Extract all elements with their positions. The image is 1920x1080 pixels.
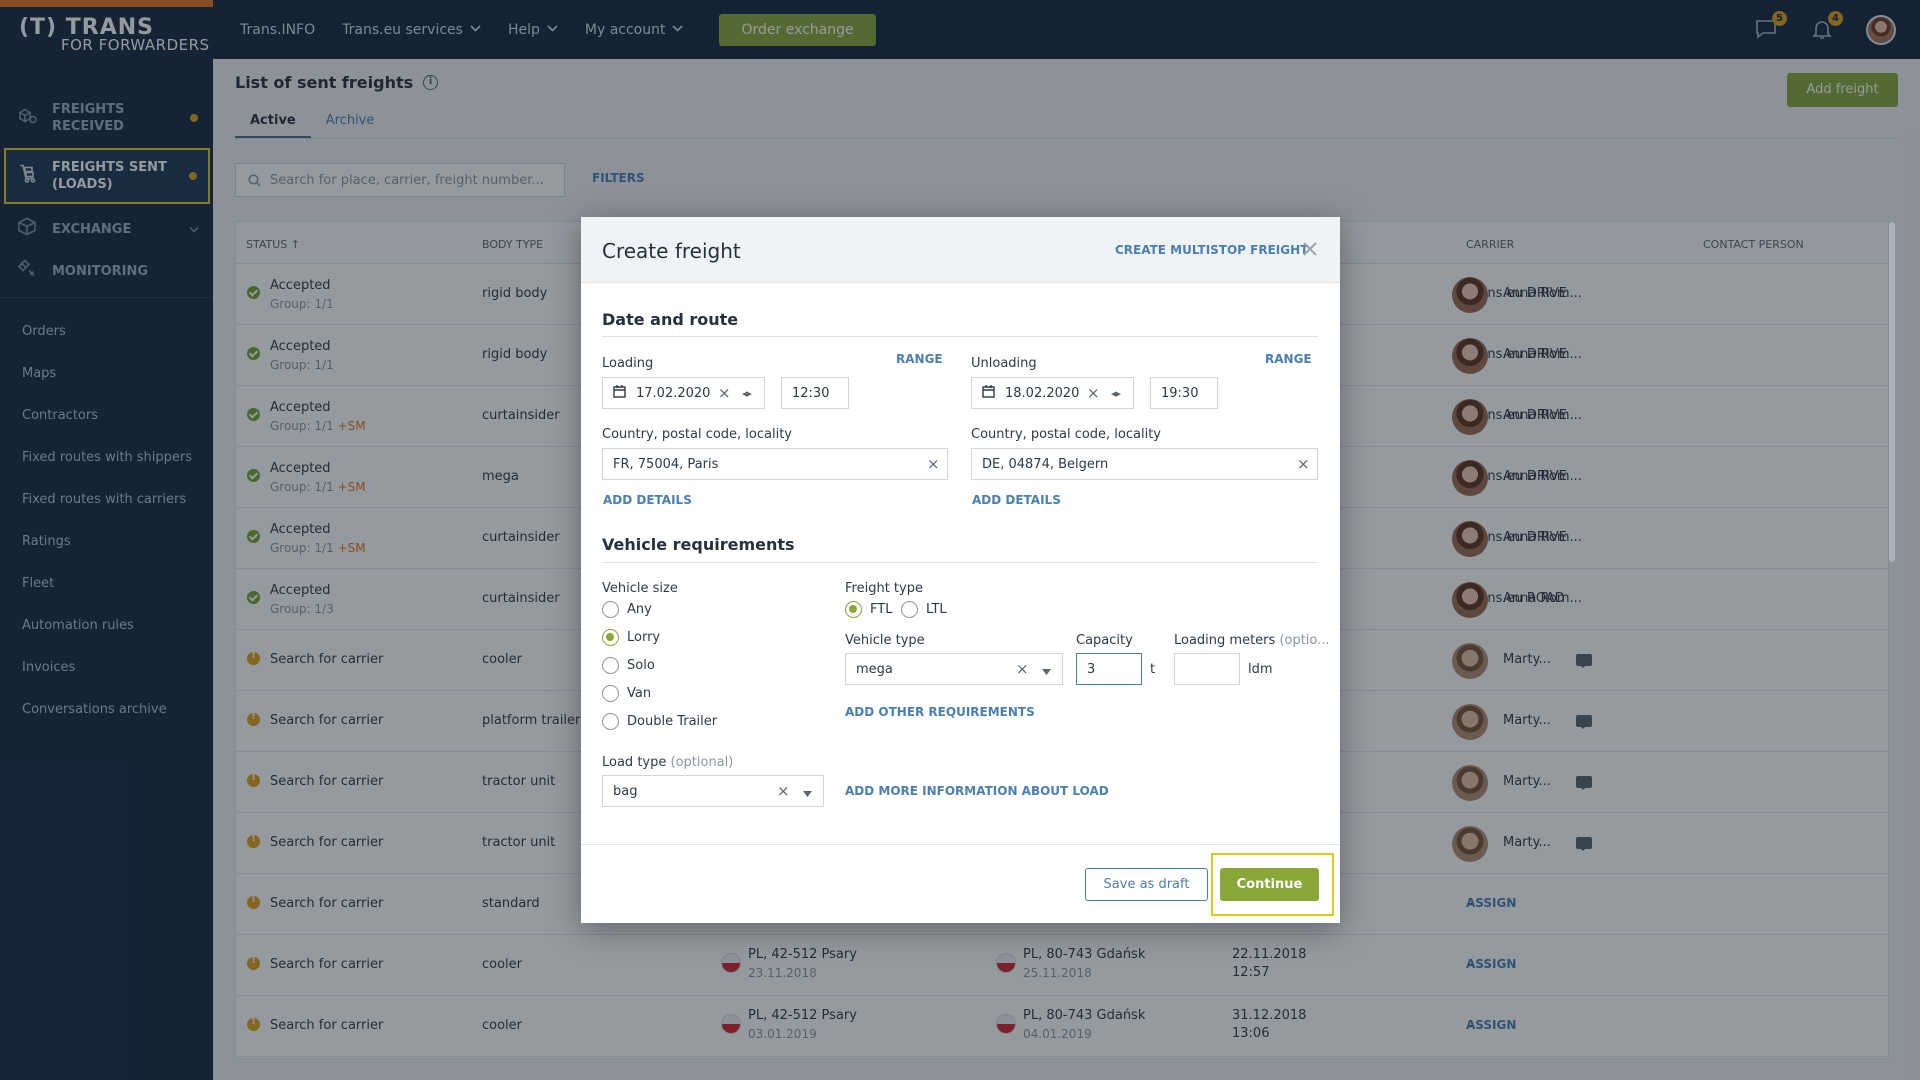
loading-place-field[interactable]: FR, 75004, Paris × xyxy=(602,448,948,480)
freight-type-label: Freight type xyxy=(845,581,923,596)
section-vehicle-requirements: Vehicle requirements xyxy=(602,535,795,554)
unloading-place-value: DE, 04874, Belgern xyxy=(982,456,1109,472)
date-arrows-icon[interactable]: ◂▸ xyxy=(742,387,752,400)
chevron-down-icon[interactable] xyxy=(1042,664,1051,679)
unloading-date-value: 18.02.2020 xyxy=(1005,385,1080,401)
vehicle-type-select[interactable]: mega × xyxy=(845,653,1063,685)
radio-icon xyxy=(602,657,619,674)
vehicle-size-any[interactable]: Any xyxy=(602,601,652,618)
clear-icon[interactable]: × xyxy=(927,455,940,473)
load-type-select[interactable]: bag × xyxy=(602,775,824,807)
vehicle-type-label: Vehicle type xyxy=(845,633,925,648)
loading-add-details-link[interactable]: ADD DETAILS xyxy=(603,493,692,507)
capacity-input[interactable]: 3 xyxy=(1076,653,1142,685)
section-divider xyxy=(602,562,1318,563)
calendar-icon xyxy=(982,384,995,402)
clear-icon[interactable]: × xyxy=(1087,384,1100,402)
loading-place-label: Country, postal code, locality xyxy=(602,427,793,442)
loading-time-field[interactable]: 12:30 xyxy=(781,377,849,409)
vehicle-size-label: Vehicle size xyxy=(602,581,678,596)
unloading-add-details-link[interactable]: ADD DETAILS xyxy=(972,493,1061,507)
modal-header: Create freight CREATE MULTISTOP FREIGHT xyxy=(581,217,1340,283)
unloading-date-field[interactable]: 18.02.2020 × ◂▸ xyxy=(971,377,1134,409)
unloading-label: Unloading xyxy=(971,356,1037,371)
section-divider xyxy=(602,336,1318,337)
capacity-value: 3 xyxy=(1087,661,1096,677)
close-icon[interactable] xyxy=(1302,238,1318,262)
unloading-time-field[interactable]: 19:30 xyxy=(1150,377,1218,409)
clear-icon[interactable]: × xyxy=(718,384,731,402)
modal-title: Create freight xyxy=(602,239,741,263)
vehicle-size-van[interactable]: Van xyxy=(602,685,651,702)
unloading-place-label: Country, postal code, locality xyxy=(971,427,1162,442)
chevron-down-icon[interactable] xyxy=(803,786,812,801)
unloading-place-field[interactable]: DE, 04874, Belgern × xyxy=(971,448,1318,480)
continue-highlight: Continue xyxy=(1211,853,1334,916)
loading-time-value: 12:30 xyxy=(792,385,830,401)
freight-type-ltl[interactable]: LTL xyxy=(901,601,947,618)
radio-icon xyxy=(602,685,619,702)
loading-date-value: 17.02.2020 xyxy=(636,385,711,401)
loading-range-link[interactable]: RANGE xyxy=(896,352,943,366)
vehicle-size-lorry[interactable]: Lorry xyxy=(602,629,660,646)
radio-icon xyxy=(602,601,619,618)
unloading-range-link[interactable]: RANGE xyxy=(1265,352,1312,366)
create-multistop-link[interactable]: CREATE MULTISTOP FREIGHT xyxy=(1115,243,1308,257)
date-arrows-icon[interactable]: ◂▸ xyxy=(1111,387,1121,400)
unloading-time-value: 19:30 xyxy=(1161,385,1199,401)
loading-date-field[interactable]: 17.02.2020 × ◂▸ xyxy=(602,377,765,409)
radio-selected-icon xyxy=(845,601,862,618)
vehicle-size-solo[interactable]: Solo xyxy=(602,657,655,674)
radio-icon xyxy=(901,601,918,618)
section-date-route: Date and route xyxy=(602,310,739,329)
loading-meters-unit: ldm xyxy=(1248,662,1273,677)
loading-meters-label: Loading meters (optio... xyxy=(1174,633,1330,648)
clear-icon[interactable]: × xyxy=(777,782,790,800)
add-load-info-link[interactable]: ADD MORE INFORMATION ABOUT LOAD xyxy=(845,784,1109,798)
modal-footer: Save as draft Continue xyxy=(581,844,1340,923)
loading-place-value: FR, 75004, Paris xyxy=(613,456,719,472)
clear-icon[interactable]: × xyxy=(1297,455,1310,473)
loading-label: Loading xyxy=(602,356,654,371)
radio-selected-icon xyxy=(602,629,619,646)
radio-icon xyxy=(602,713,619,730)
loading-meters-input[interactable] xyxy=(1174,653,1240,685)
clear-icon[interactable]: × xyxy=(1016,660,1029,678)
add-other-requirements-link[interactable]: ADD OTHER REQUIREMENTS xyxy=(845,705,1035,719)
capacity-label: Capacity xyxy=(1076,633,1133,648)
capacity-unit: t xyxy=(1150,662,1156,677)
continue-button[interactable]: Continue xyxy=(1220,868,1319,901)
calendar-icon xyxy=(613,384,626,402)
load-type-value: bag xyxy=(613,783,638,799)
create-freight-modal: Create freight CREATE MULTISTOP FREIGHT … xyxy=(581,217,1340,923)
save-as-draft-button[interactable]: Save as draft xyxy=(1085,868,1208,901)
vehicle-size-double-trailer[interactable]: Double Trailer xyxy=(602,713,717,730)
scrollbar[interactable] xyxy=(1889,222,1895,562)
load-type-label: Load type (optional) xyxy=(602,755,734,770)
vehicle-type-value: mega xyxy=(856,661,893,677)
freight-type-ftl[interactable]: FTL xyxy=(845,601,892,618)
